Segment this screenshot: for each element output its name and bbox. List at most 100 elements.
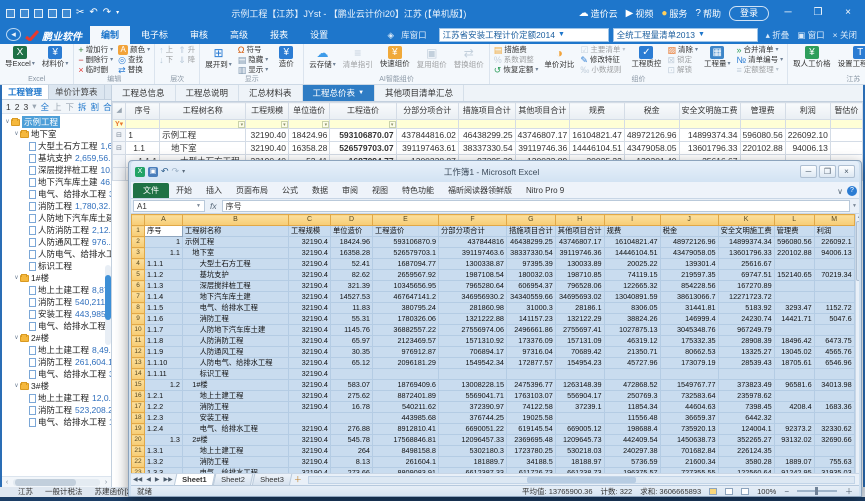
excel-cell[interactable]: 1.1.7 — [145, 325, 183, 336]
column-header-序号[interactable]: 序号 — [126, 103, 160, 120]
excel-cell[interactable]: 34695693.02 — [555, 292, 604, 303]
excel-name-box[interactable]: A1▼ — [133, 200, 205, 212]
excel-cell[interactable]: 32190.4 — [289, 336, 331, 347]
cut-icon[interactable]: ✂ — [76, 8, 84, 18]
excel-row-header[interactable]: 17 — [132, 402, 145, 413]
excel-cell[interactable]: 44604.63 — [660, 402, 718, 413]
excel-cell[interactable]: 43746807.17 — [555, 237, 604, 248]
tree-item[interactable]: 消防工程261,604.10 — [2, 356, 111, 368]
excel-cell[interactable]: 43479058.05 — [660, 248, 718, 259]
filter-cell[interactable]: ▾ — [288, 120, 329, 129]
filter-cell[interactable] — [126, 120, 160, 129]
tree-tool-合[interactable]: 合 — [103, 101, 112, 113]
excel-cell[interactable]: 17568846.81 — [373, 435, 439, 446]
excel-cell[interactable] — [373, 369, 439, 380]
tree-item[interactable]: 电气、给排水工程3... — [2, 368, 111, 380]
excel-cell[interactable]: 1.2.4 — [145, 424, 183, 435]
service-button[interactable]: ●服务 — [661, 7, 687, 20]
cell[interactable]: 48972126.96 — [624, 129, 679, 142]
excel-cell[interactable]: 701682.84 — [660, 446, 718, 457]
excel-cell[interactable]: 65.12 — [331, 358, 373, 369]
excel-cell[interactable]: 235978.62 — [718, 391, 774, 402]
excel-cell[interactable]: 526579703.1 — [373, 248, 439, 259]
redo-icon[interactable]: ↷ — [103, 8, 111, 18]
excel-cell[interactable]: 11.83 — [331, 303, 373, 314]
ribbon-tab-设置[interactable]: 设置 — [299, 26, 339, 44]
filter-cell[interactable] — [570, 120, 625, 129]
excel-cell[interactable]: 74119.15 — [604, 270, 660, 281]
excel-cell[interactable]: 人防通风工程 — [183, 347, 289, 358]
scrollbar-thumb[interactable] — [15, 479, 76, 486]
excel-cell[interactable]: 32190.4 — [289, 424, 331, 435]
excel-cell[interactable] — [814, 391, 854, 402]
excel-cell[interactable]: 14527.53 — [331, 292, 373, 303]
ribbon-button-quality-control[interactable]: ✓工程质控 — [628, 45, 664, 69]
excel-cell[interactable]: 93132.02 — [774, 435, 814, 446]
excel-cell[interactable]: 1.1.1 — [145, 259, 183, 270]
excel-cell[interactable]: 地上土建工程 — [183, 391, 289, 402]
excel-cell[interactable]: 27556974.06 — [439, 325, 507, 336]
excel-cell[interactable]: 3045348.76 — [660, 325, 718, 336]
excel-row-header[interactable]: 8 — [132, 303, 145, 314]
excel-row-header[interactable]: 10 — [132, 325, 145, 336]
tree-item[interactable]: 电气、给排水工程3... — [2, 320, 111, 332]
excel-cell[interactable]: 工程造价 — [373, 226, 439, 237]
excel-cell[interactable]: 32190.4 — [289, 358, 331, 369]
excel-cell[interactable]: 706894.17 — [439, 347, 507, 358]
excel-cell[interactable]: 3293.47 — [774, 303, 814, 314]
excel-cell[interactable] — [660, 369, 718, 380]
excel-cell[interactable]: 8912810.41 — [373, 424, 439, 435]
tree-expand-icon[interactable]: ∨ — [13, 272, 20, 284]
excel-cell[interactable]: 12096457.33 — [439, 435, 507, 446]
excel-cell[interactable]: 人防消防工程 — [183, 336, 289, 347]
expand-formula-bar-icon[interactable]: ▼ — [852, 203, 857, 209]
excel-cell[interactable]: 32330.62 — [814, 424, 854, 435]
excel-cell[interactable]: 1152.72 — [814, 303, 854, 314]
excel-cell[interactable]: 82.62 — [331, 270, 373, 281]
excel-cell[interactable]: 94006.13 — [814, 248, 854, 259]
row-expand-cell[interactable] — [113, 155, 126, 168]
excel-save-icon[interactable]: ▣ — [148, 167, 158, 177]
sheet-tab-Sheet1[interactable]: Sheet1 — [173, 474, 214, 486]
excel-row-header[interactable]: 16 — [132, 391, 145, 402]
excel-tab-数据[interactable]: 数据 — [305, 183, 335, 198]
excel-cell[interactable] — [774, 259, 814, 270]
workbench-tab-工程总价表[interactable]: 工程总价表▼ — [303, 85, 375, 101]
excel-cell[interactable]: 34188.5 — [507, 457, 556, 468]
zoom-level[interactable]: 100% — [757, 487, 776, 496]
excel-cell[interactable]: 373823.49 — [718, 380, 774, 391]
excel-cell[interactable] — [439, 369, 507, 380]
excel-row-header[interactable]: 4 — [132, 259, 145, 270]
excel-row-header[interactable]: 23 — [132, 468, 145, 474]
excel-column-header-E[interactable]: E — [373, 215, 439, 226]
excel-cell[interactable]: 深层搅拌桩工程 — [183, 281, 289, 292]
excel-tab-福昕阅读器领鲜版[interactable]: 福昕阅读器领鲜版 — [441, 183, 519, 198]
column-header-工程规模[interactable]: 工程规模 — [246, 103, 289, 120]
sheet-tab-Sheet2[interactable]: Sheet2 — [213, 474, 253, 486]
excel-cell[interactable]: 1.1.4 — [145, 292, 183, 303]
excel-cell[interactable]: 16358.28 — [331, 248, 373, 259]
excel-close-button[interactable]: × — [838, 165, 855, 178]
filter-cell[interactable] — [624, 120, 679, 129]
cell[interactable]: 1 — [126, 129, 160, 142]
tree-item[interactable]: 消防工程1,780,32... — [2, 200, 111, 212]
cell[interactable]: 16104821.47 — [570, 129, 625, 142]
excel-cell[interactable] — [814, 292, 854, 303]
excel-cell[interactable]: 12271723.72 — [718, 292, 774, 303]
ribbon-button-hide[interactable]: ▤隐藏▾ — [236, 55, 271, 65]
library-window-button[interactable]: ◈库窗口 — [380, 29, 435, 41]
zoom-slider-thumb[interactable] — [815, 487, 818, 495]
excel-cell[interactable]: 1.1.2 — [145, 270, 183, 281]
cell[interactable]: 示例工程 — [160, 129, 246, 142]
cell[interactable]: 1.1 — [126, 142, 160, 155]
excel-cell[interactable]: 标识工程 — [183, 369, 289, 380]
excel-cell[interactable]: 2755697.41 — [555, 325, 604, 336]
excel-cell[interactable]: 1.1.10 — [145, 358, 183, 369]
excel-cell[interactable]: 443985.68 — [373, 413, 439, 424]
tree-item[interactable]: 消防工程540,211.6 — [2, 296, 111, 308]
excel-row-header[interactable]: 11 — [132, 336, 145, 347]
excel-cell[interactable]: 1.3 — [145, 435, 183, 446]
excel-cell[interactable]: 619145.54 — [507, 424, 556, 435]
excel-cell[interactable] — [774, 281, 814, 292]
excel-cell[interactable]: 14446104.51 — [604, 248, 660, 259]
